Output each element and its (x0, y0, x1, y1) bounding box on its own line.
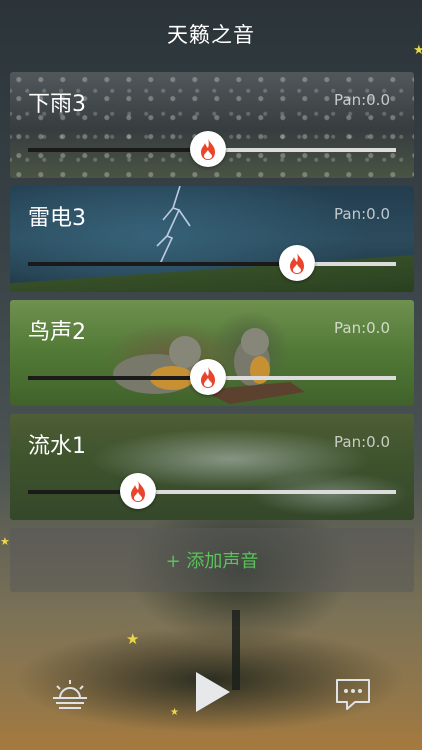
pan-readout: Pan:0.0 (334, 91, 390, 109)
sound-name: 下雨3 (28, 92, 86, 117)
chat-icon[interactable] (333, 674, 373, 714)
slider-thumb[interactable] (190, 359, 226, 395)
sound-name: 流水1 (28, 434, 86, 459)
bottom-toolbar (0, 660, 422, 730)
flame-icon (201, 138, 215, 160)
sound-card-birds[interactable]: 鸟声2 Pan:0.0 (10, 300, 414, 406)
page-title: 天籁之音 (167, 23, 255, 47)
slider-track-empty (315, 262, 396, 266)
flame-icon (290, 252, 304, 274)
sound-name: 鸟声2 (28, 320, 86, 345)
play-icon[interactable] (190, 668, 234, 716)
star-decoration: ★ (126, 630, 140, 648)
sound-card-rain[interactable]: 下雨3 Pan:0.0 (10, 72, 414, 178)
slider-thumb[interactable] (279, 245, 315, 281)
volume-slider[interactable] (28, 473, 396, 509)
sound-card-stream[interactable]: 流水1 Pan:0.0 (10, 414, 414, 520)
sound-card-thunder[interactable]: 雷电3 Pan:0.0 (10, 186, 414, 292)
slider-track-empty (226, 148, 396, 152)
slider-thumb[interactable] (120, 473, 156, 509)
slider-track-filled (28, 148, 208, 152)
slider-thumb[interactable] (190, 131, 226, 167)
flame-icon (131, 480, 145, 502)
slider-track-filled (28, 262, 297, 266)
flame-icon (201, 366, 215, 388)
slider-track-empty (156, 490, 396, 494)
sunrise-icon[interactable] (50, 676, 90, 716)
pan-readout: Pan:0.0 (334, 205, 390, 223)
volume-slider[interactable] (28, 245, 396, 281)
sound-name: 雷电3 (28, 206, 86, 231)
pan-readout: Pan:0.0 (334, 319, 390, 337)
slider-track-empty (226, 376, 396, 380)
slider-track-filled (28, 376, 208, 380)
volume-slider[interactable] (28, 131, 396, 167)
star-decoration: ★ (0, 535, 10, 548)
add-sound-button[interactable]: + 添加声音 (10, 528, 414, 592)
pan-readout: Pan:0.0 (334, 433, 390, 451)
volume-slider[interactable] (28, 359, 396, 395)
